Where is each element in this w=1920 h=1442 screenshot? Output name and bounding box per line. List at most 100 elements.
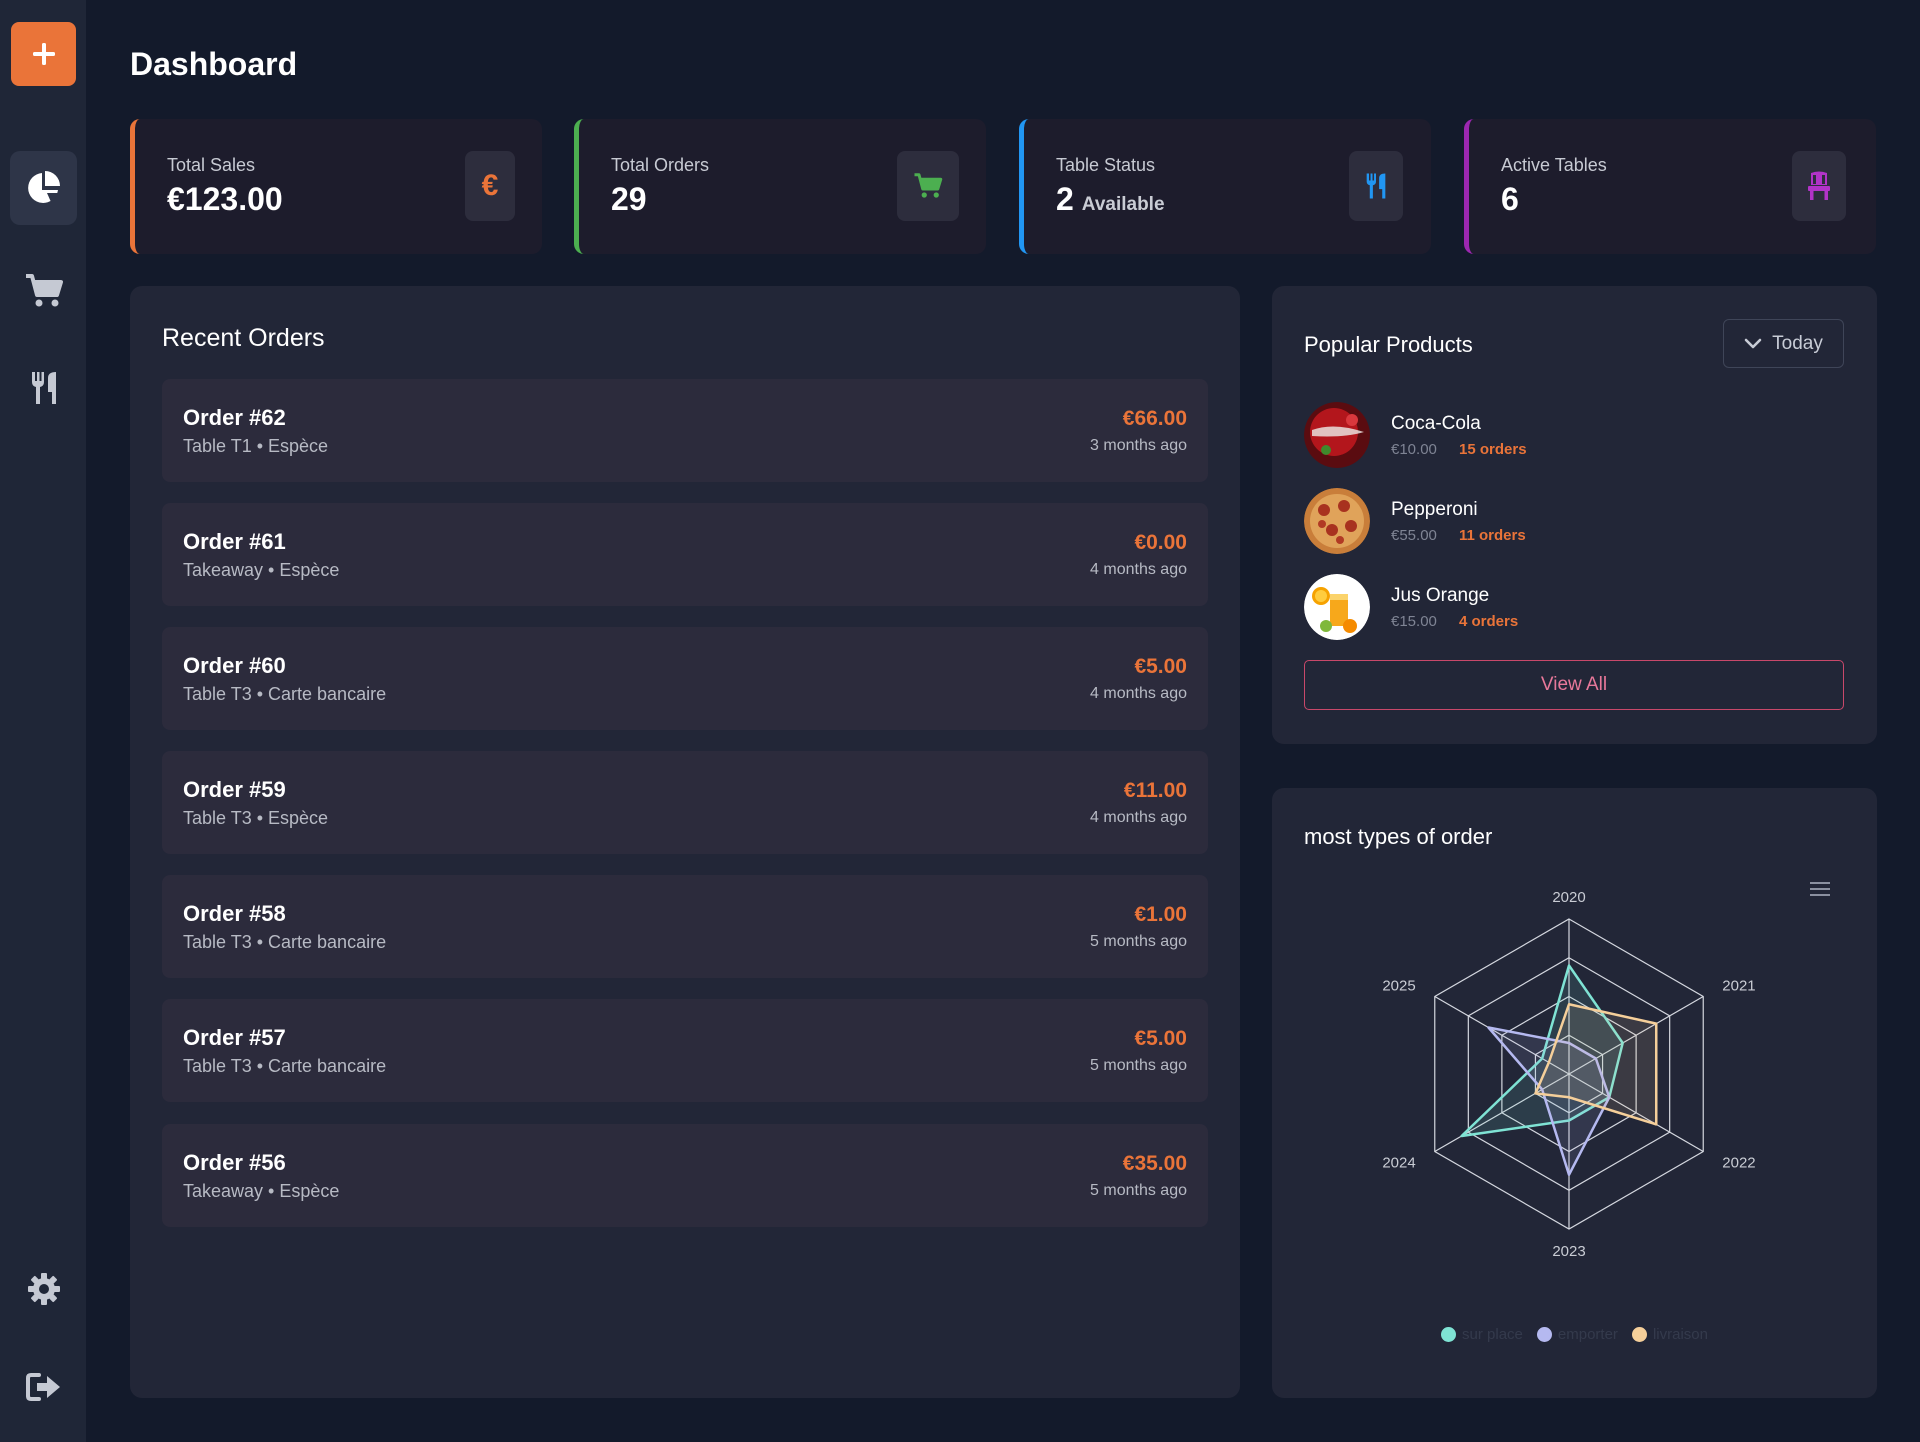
- order-title: Order #62: [183, 405, 286, 430]
- order-subtitle: Table T3 • Carte bancaire: [183, 1056, 387, 1076]
- sidebar-item-orders[interactable]: [10, 254, 77, 328]
- shopping-cart-icon: [897, 151, 959, 221]
- order-title: Order #57: [183, 1025, 286, 1050]
- stat-value: 2 Available: [1056, 181, 1165, 217]
- radar-axis-label: 2023: [1552, 1243, 1585, 1260]
- order-row[interactable]: Order #59 Table T3 • Espèce €11.00 4 mon…: [162, 751, 1208, 854]
- utensils-icon: [1349, 151, 1403, 221]
- stat-value: 6: [1501, 181, 1519, 217]
- radar-axis-label: 2024: [1382, 1155, 1415, 1172]
- order-row[interactable]: Order #58 Table T3 • Carte bancaire €1.0…: [162, 875, 1208, 978]
- stat-label: Total Sales: [167, 155, 256, 175]
- stat-card-active-tables: Active Tables 6: [1464, 119, 1876, 254]
- euro-icon: €: [465, 151, 515, 221]
- legend-item[interactable]: emporter: [1536, 1326, 1618, 1343]
- product-order-count: 4 orders: [1459, 613, 1519, 630]
- legend-label: livraison: [1652, 1326, 1708, 1343]
- product-order-count: 11 orders: [1459, 527, 1526, 544]
- product-item[interactable]: Pepperoni €55.00 11 orders: [1304, 488, 1804, 554]
- pie-chart-icon: [27, 171, 60, 203]
- legend-item[interactable]: sur place: [1441, 1326, 1523, 1343]
- product-name: Jus Orange: [1391, 585, 1490, 606]
- utensils-icon: [31, 372, 56, 404]
- order-row[interactable]: Order #60 Table T3 • Carte bancaire €5.0…: [162, 627, 1208, 730]
- recent-orders-title: Recent Orders: [162, 324, 325, 352]
- order-title: Order #58: [183, 901, 286, 926]
- order-subtitle: Takeaway • Espèce: [183, 560, 340, 580]
- order-subtitle: Table T3 • Carte bancaire: [183, 684, 387, 704]
- period-filter-label: Today: [1772, 332, 1823, 354]
- sidebar-item-settings[interactable]: [10, 1252, 77, 1326]
- radar-axis-label: 2025: [1382, 978, 1415, 995]
- product-item[interactable]: Coca-Cola €10.00 15 orders: [1304, 402, 1804, 468]
- pizza-image: [1304, 488, 1370, 554]
- order-types-chart-panel: most types of order 2020 2021 2022 2023 2024…: [1272, 788, 1877, 1398]
- sidebar-item-logout[interactable]: [10, 1350, 77, 1424]
- product-price: €15.00: [1391, 613, 1437, 630]
- sidebar: [0, 0, 86, 1442]
- recent-orders-panel: Recent Orders Order #62 Table T1 • Espèc…: [130, 286, 1240, 1398]
- stat-label: Table Status: [1056, 155, 1156, 175]
- add-button[interactable]: [11, 22, 76, 86]
- product-price: €10.00: [1391, 441, 1437, 458]
- orange-juice-image: [1304, 574, 1370, 640]
- stat-label: Active Tables: [1501, 155, 1607, 175]
- legend-dot: [1631, 1327, 1647, 1342]
- order-amount: €35.00: [1122, 1152, 1187, 1175]
- product-item[interactable]: Jus Orange €15.00 4 orders: [1304, 574, 1804, 640]
- stat-card-total-sales: Total Sales €123.00 €: [130, 119, 542, 254]
- gear-icon: [27, 1273, 60, 1305]
- product-price: €55.00: [1391, 527, 1437, 544]
- sign-out-icon: [25, 1373, 60, 1401]
- stat-card-table-status: Table Status 2 Available: [1019, 119, 1431, 254]
- order-time: 3 months ago: [1090, 437, 1187, 454]
- order-title: Order #61: [183, 529, 286, 554]
- stat-card-total-orders: Total Orders 29: [574, 119, 986, 254]
- product-name: Pepperoni: [1391, 499, 1478, 520]
- order-subtitle: Takeaway • Espèce: [183, 1181, 340, 1201]
- order-time: 4 months ago: [1090, 809, 1187, 826]
- order-amount: €5.00: [1134, 655, 1187, 678]
- plus-icon: [32, 43, 55, 65]
- stat-value: 29: [611, 181, 647, 217]
- legend-label: sur place: [1462, 1326, 1523, 1343]
- order-time: 4 months ago: [1090, 685, 1187, 702]
- order-title: Order #56: [183, 1150, 286, 1175]
- order-time: 5 months ago: [1090, 1182, 1187, 1199]
- order-time: 5 months ago: [1090, 933, 1187, 950]
- coca-cola-image: [1304, 402, 1370, 468]
- shopping-cart-icon: [25, 274, 63, 307]
- radar-chart: 2020 2021 2022 2023 2024 2025: [1382, 889, 1755, 1260]
- order-subtitle: Table T1 • Espèce: [183, 436, 329, 456]
- radar-axis-label: 2022: [1722, 1155, 1755, 1172]
- stat-label: Total Orders: [611, 155, 710, 175]
- order-row[interactable]: Order #61 Takeaway • Espèce €0.00 4 mont…: [162, 503, 1208, 606]
- order-subtitle: Table T3 • Espèce: [183, 808, 329, 828]
- order-row[interactable]: Order #62 Table T1 • Espèce €66.00 3 mon…: [162, 379, 1208, 482]
- legend-dot: [1441, 1327, 1457, 1342]
- order-title: Order #60: [183, 653, 286, 678]
- legend-dot: [1536, 1327, 1552, 1342]
- order-row[interactable]: Order #57 Table T3 • Carte bancaire €5.0…: [162, 999, 1208, 1102]
- order-subtitle: Table T3 • Carte bancaire: [183, 932, 387, 952]
- radar-axis-label: 2021: [1722, 978, 1755, 995]
- legend-label: emporter: [1557, 1326, 1618, 1343]
- popular-products-panel: Popular Products Today Coca-Cola €10.00 …: [1272, 286, 1877, 744]
- period-filter-dropdown[interactable]: Today: [1723, 319, 1844, 368]
- product-name: Coca-Cola: [1391, 413, 1481, 434]
- chair-icon: [1792, 151, 1846, 221]
- order-row[interactable]: Order #56 Takeaway • Espèce €35.00 5 mon…: [162, 1124, 1208, 1227]
- view-all-button[interactable]: View All: [1304, 660, 1844, 710]
- sidebar-item-menu[interactable]: [10, 351, 77, 425]
- sidebar-item-dashboard[interactable]: [10, 151, 77, 225]
- page-title: Dashboard: [130, 46, 298, 82]
- chevron-down-icon: [1744, 338, 1762, 348]
- legend-item[interactable]: livraison: [1631, 1326, 1708, 1343]
- order-title: Order #59: [183, 777, 286, 802]
- popular-products-title: Popular Products: [1304, 332, 1473, 357]
- order-amount: €66.00: [1122, 407, 1187, 430]
- order-amount: €1.00: [1134, 903, 1187, 926]
- order-amount: €5.00: [1134, 1027, 1187, 1050]
- order-time: 4 months ago: [1090, 561, 1187, 578]
- order-amount: €11.00: [1123, 779, 1187, 802]
